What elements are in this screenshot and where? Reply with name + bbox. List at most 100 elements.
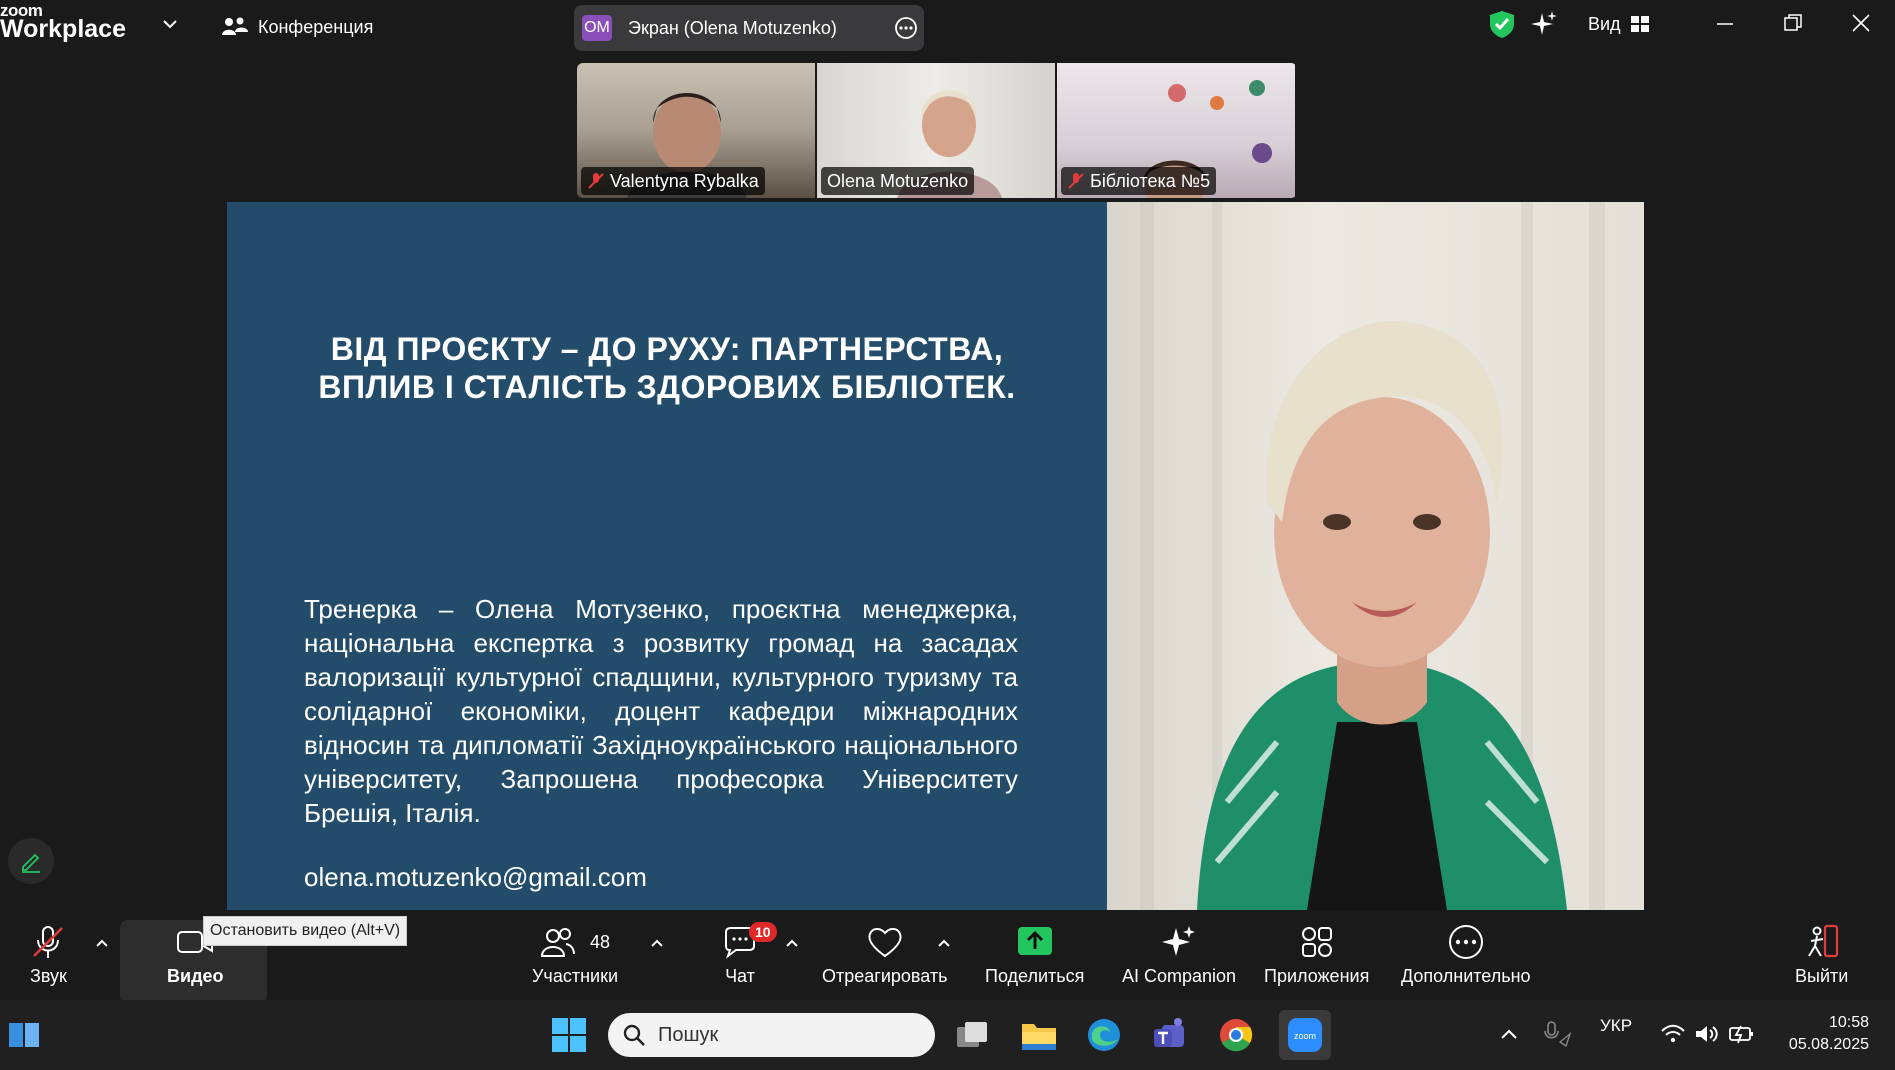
participant-name-tag: Olena Motuzenko: [821, 167, 975, 195]
conference-info-button[interactable]: Конференция: [222, 12, 373, 42]
muted-mic-icon: [1068, 173, 1084, 189]
muted-mic-icon: [33, 926, 64, 958]
clock-time: 10:58: [1828, 1014, 1869, 1031]
more-icon: [1448, 925, 1483, 959]
ai-companion-label: AI Companion: [1122, 966, 1237, 986]
slide-body-text: Тренерка – Олена Мотузенко, проєктна мен…: [304, 594, 1018, 828]
speaker-portrait: [1140, 202, 1605, 910]
microphone-in-use-icon[interactable]: [1542, 1020, 1572, 1048]
title-bar: zoom Workplace Конференция OM Экран (Ole…: [0, 0, 1895, 58]
apps-label: Приложения: [1264, 966, 1370, 986]
participant-name-tag: Бібліотека №5: [1061, 167, 1217, 195]
leave-label: Выйти: [1795, 966, 1849, 986]
teams-button[interactable]: [1148, 1013, 1192, 1057]
chevron-down-icon[interactable]: [160, 14, 180, 34]
sharer-avatar: OM: [582, 15, 612, 41]
edge-icon: [1088, 1019, 1120, 1051]
chrome-button[interactable]: [1214, 1013, 1258, 1057]
participants-button[interactable]: 48 Участники: [532, 924, 618, 987]
zoom-app-button[interactable]: zoom: [1279, 1010, 1331, 1060]
share-button[interactable]: Поделиться: [985, 924, 1084, 987]
file-explorer-button[interactable]: [1017, 1013, 1061, 1057]
more-button[interactable]: Дополнительно: [1401, 924, 1531, 987]
close-button[interactable]: [1846, 10, 1876, 36]
more-options-icon[interactable]: [894, 16, 918, 40]
screen-share-indicator[interactable]: OM Экран (Olena Motuzenko): [574, 5, 924, 51]
audio-options-caret-icon[interactable]: [95, 936, 109, 950]
search-icon: [623, 1024, 645, 1046]
taskbar-search-box[interactable]: Пошук: [608, 1013, 935, 1057]
video-label: Видео: [167, 966, 224, 986]
minimize-button[interactable]: [1710, 10, 1740, 36]
pencil-icon: [22, 853, 40, 873]
widgets-button[interactable]: [2, 1013, 46, 1057]
zoom-app-icon: zoom: [1288, 1018, 1322, 1052]
slide-title: ВІД ПРОЄКТУ – ДО РУХУ: ПАРТНЕРСТВА, ВПЛИ…: [318, 331, 1016, 405]
participant-tile[interactable]: Olena Motuzenko: [817, 63, 1055, 198]
zoom-workplace-logo[interactable]: zoom Workplace: [0, 2, 126, 42]
people-icon: [222, 17, 248, 35]
folder-icon: [1022, 1024, 1056, 1050]
muted-mic-icon: [588, 173, 604, 189]
ai-sparkle-icon[interactable]: [1530, 8, 1558, 40]
view-label: Вид: [1588, 13, 1621, 34]
share-label: Поделиться: [985, 966, 1085, 986]
heart-icon: [868, 928, 902, 958]
wifi-icon[interactable]: [1660, 1022, 1686, 1046]
grid-view-icon: [1630, 16, 1649, 32]
participant-tile[interactable]: Valentyna Rybalka: [577, 63, 815, 198]
participants-options-caret-icon[interactable]: [650, 936, 664, 950]
ai-companion-icon: [1162, 926, 1196, 956]
audio-button[interactable]: Звук: [30, 924, 67, 987]
apps-button[interactable]: Приложения: [1264, 924, 1369, 987]
participants-count: 48: [589, 931, 611, 952]
chat-label: Чат: [725, 966, 755, 986]
apps-icon: [1301, 927, 1332, 957]
chat-unread-badge: 10: [749, 922, 777, 942]
minimize-icon: [1717, 23, 1733, 25]
volume-icon[interactable]: [1694, 1022, 1720, 1046]
chrome-icon: [1220, 1019, 1253, 1052]
restore-icon: [1784, 14, 1802, 31]
participant-thumbnails: Valentyna Rybalka Olena Motuzenko Бібліо…: [577, 63, 1297, 198]
participant-tile[interactable]: Бібліотека №5: [1057, 63, 1295, 198]
participants-label: Участники: [532, 966, 618, 986]
svg-text:zoom: zoom: [1294, 1031, 1316, 1041]
audio-label: Звук: [30, 966, 67, 986]
task-view-button[interactable]: [951, 1013, 995, 1057]
close-icon: [1852, 14, 1870, 32]
system-clock[interactable]: 10:58 05.08.2025: [1789, 1012, 1869, 1056]
ai-companion-button[interactable]: AI Companion: [1122, 924, 1236, 987]
windows-start-icon: [552, 1018, 586, 1052]
annotate-button[interactable]: [8, 838, 54, 884]
react-button[interactable]: Отреагировать: [822, 924, 948, 987]
participant-name: Valentyna Rybalka: [610, 170, 759, 191]
search-placeholder: Пошук: [658, 1023, 719, 1046]
react-options-caret-icon[interactable]: [937, 936, 951, 950]
security-shield-icon[interactable]: [1488, 8, 1516, 40]
participant-name: Бібліотека №5: [1090, 170, 1211, 191]
windows-taskbar: Пошук zoom УКР 10:58 05.08.2025: [0, 1000, 1895, 1070]
edge-browser-button[interactable]: [1082, 1013, 1126, 1057]
logo-workplace-text: Workplace: [0, 15, 126, 43]
share-screen-icon: [1017, 927, 1052, 955]
participant-name: Olena Motuzenko: [827, 170, 969, 191]
speaker-photo: [1107, 202, 1644, 910]
task-view-icon: [957, 1022, 987, 1047]
restore-button[interactable]: [1778, 10, 1808, 36]
battery-charging-icon[interactable]: [1728, 1022, 1756, 1046]
conference-label: Конференция: [258, 16, 374, 37]
zoom-window: zoom Workplace Конференция OM Экран (Ole…: [0, 0, 1895, 1070]
video-tooltip: Остановить видео (Alt+V): [203, 916, 408, 946]
start-button[interactable]: [547, 1013, 591, 1057]
teams-icon: [1154, 1018, 1184, 1047]
participant-name-tag: Valentyna Rybalka: [581, 167, 765, 195]
clock-date: 05.08.2025: [1788, 1036, 1869, 1053]
leave-button[interactable]: Выйти: [1795, 924, 1848, 987]
input-language-indicator[interactable]: УКР: [1600, 1016, 1632, 1036]
view-button[interactable]: Вид: [1588, 8, 1649, 40]
slide-text-panel: ВІД ПРОЄКТУ – ДО РУХУ: ПАРТНЕРСТВА, ВПЛИ…: [227, 202, 1107, 910]
show-hidden-icons-icon[interactable]: [1500, 1026, 1518, 1042]
chat-options-caret-icon[interactable]: [785, 936, 799, 950]
more-label: Дополнительно: [1401, 966, 1531, 986]
